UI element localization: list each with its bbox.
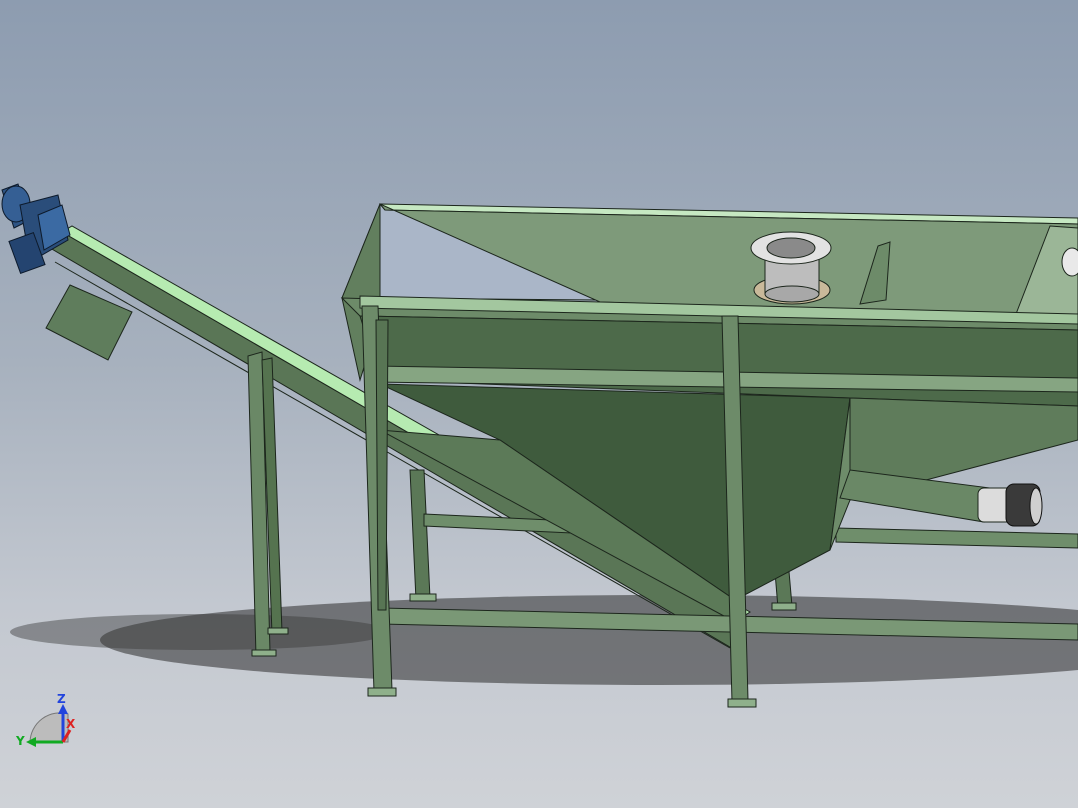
outlet-port-icon[interactable] [1061, 247, 1078, 277]
graphics-viewport[interactable]: Z Y X [0, 0, 1078, 808]
drive-motor-icon[interactable] [1, 183, 71, 275]
orientation-triad: Z Y X [15, 692, 76, 748]
triad-z-label: Z [57, 692, 66, 706]
hopper-tank[interactable] [340, 203, 1078, 623]
discharge-chute [45, 284, 133, 361]
triad-y-label: Y [15, 734, 25, 748]
model-scene[interactable]: Z Y X [0, 0, 1078, 808]
floor-shadow [10, 595, 1078, 685]
triad-x-label: X [66, 717, 76, 731]
small-motor-icon[interactable] [977, 483, 1043, 527]
